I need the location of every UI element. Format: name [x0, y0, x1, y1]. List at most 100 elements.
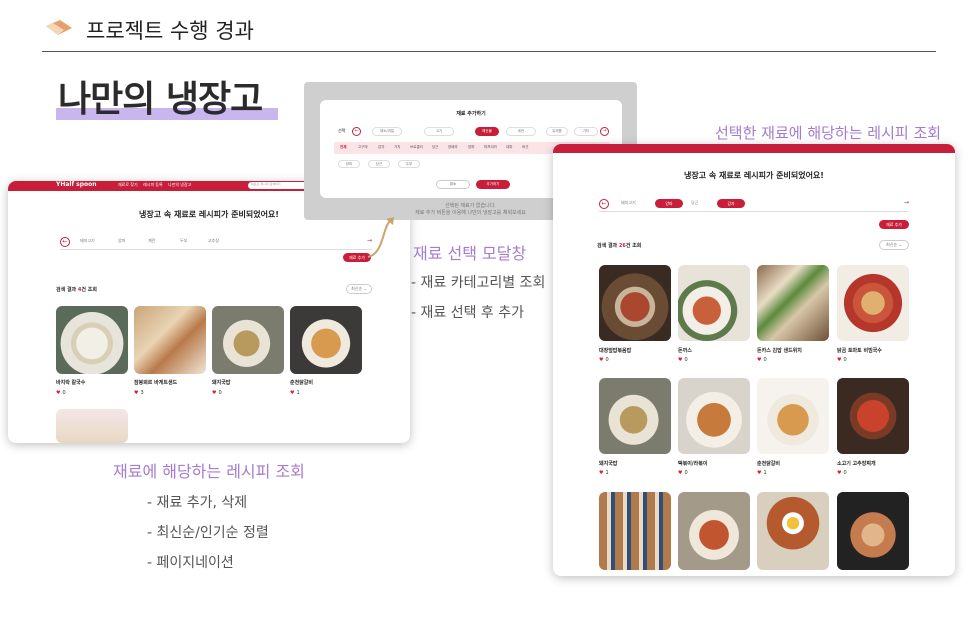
add-ingredient-button[interactable]: 재료 추가: [879, 220, 909, 229]
like-count[interactable]: ♥ 0: [212, 390, 222, 396]
chip[interactable]: 계란: [148, 238, 155, 244]
recipe-image[interactable]: [837, 265, 909, 341]
prev-icon[interactable]: ←: [352, 127, 361, 136]
nav-item[interactable]: 나만의 냉장고: [168, 182, 191, 188]
prev-icon[interactable]: ←: [599, 199, 609, 209]
heart-icon: ♥: [837, 357, 842, 363]
recipe-image[interactable]: [56, 306, 128, 374]
like-count[interactable]: ♥ 0: [757, 357, 767, 363]
sort-select[interactable]: 최신순 ⌄: [879, 240, 909, 250]
slide-header: 프로젝트 수행 경과: [42, 8, 936, 52]
right-screenshot: 냉장고 속 재료로 레시피가 준비되었어요! ← 돼지고기 양파 당근 감자 →…: [553, 144, 955, 576]
selected-chip[interactable]: 양파: [338, 160, 360, 168]
like-count[interactable]: ♥ 3: [134, 390, 144, 396]
recipe-image[interactable]: [757, 492, 829, 570]
recipe-name[interactable]: 닭곰 토마토 비빔국수: [837, 347, 882, 354]
eraser-icon: [46, 20, 72, 35]
category-tab[interactable]: 고기: [424, 127, 454, 136]
recipe-image[interactable]: [837, 378, 909, 454]
heart-icon: ♥: [678, 357, 683, 363]
recipe-image[interactable]: [678, 265, 750, 341]
subcat[interactable]: 감자: [378, 145, 384, 150]
heart-icon: ♥: [134, 390, 139, 396]
recipe-name[interactable]: 소고기 고추장찌개: [837, 460, 876, 467]
recipe-image[interactable]: [599, 492, 671, 570]
category-tab-active[interactable]: 해산물: [475, 127, 499, 136]
like-count[interactable]: ♥ 1: [290, 390, 300, 396]
chip[interactable]: 양파: [118, 238, 125, 244]
subcat[interactable]: 버섯: [522, 145, 528, 150]
recipe-image[interactable]: [134, 306, 206, 374]
chip[interactable]: 당근: [691, 200, 698, 206]
left-bullet: - 최신순/인기순 정렬: [147, 525, 269, 541]
subcat[interactable]: 양배추: [448, 145, 458, 150]
subcat[interactable]: 전체: [340, 145, 346, 150]
recipe-name[interactable]: 돼지국밥: [599, 460, 617, 467]
chip[interactable]: 고추장: [208, 238, 219, 244]
recipe-name[interactable]: 돼지국밥: [212, 379, 230, 386]
like-count[interactable]: ♥ 0: [56, 390, 66, 396]
like-count[interactable]: ♥ 0: [599, 357, 609, 363]
like-count[interactable]: ♥ 1: [757, 470, 767, 476]
next-icon[interactable]: →: [600, 127, 609, 136]
subcat[interactable]: 대파: [506, 145, 512, 150]
chip-active[interactable]: 감자: [717, 199, 745, 208]
left-bullet: - 재료 추가, 삭제: [147, 495, 248, 511]
like-count[interactable]: ♥ 0: [837, 357, 847, 363]
subcat[interactable]: 고구마: [358, 145, 368, 150]
hero-title: 나만의 냉장고: [56, 70, 278, 122]
selected-chip[interactable]: 당근: [368, 160, 390, 168]
heart-icon: ♥: [290, 390, 295, 396]
recipe-name[interactable]: 떡볶이/라볶이: [678, 460, 707, 467]
sort-select[interactable]: 최신순 ⌄: [346, 284, 372, 294]
cancel-button[interactable]: 취소: [436, 180, 470, 189]
arrow-icon: [367, 217, 394, 258]
recipe-image[interactable]: [837, 492, 909, 570]
recipe-image[interactable]: [678, 378, 750, 454]
recipe-name[interactable]: 돈까스: [678, 347, 692, 354]
chip[interactable]: 돼지고기: [621, 200, 636, 206]
category-tab[interactable]: 계란: [506, 127, 536, 136]
category-tab[interactable]: 채소/과일: [372, 127, 402, 136]
confirm-button[interactable]: 추가하기: [476, 180, 510, 189]
like-count[interactable]: ♥ 0: [678, 470, 688, 476]
recipe-image[interactable]: [599, 378, 671, 454]
recipe-image[interactable]: [757, 378, 829, 454]
subcat[interactable]: 가지: [394, 145, 400, 150]
category-row: 선택 ← 채소/과일 고기 해산물 계란 유제품 기타 →: [338, 126, 609, 138]
prev-icon[interactable]: ←: [60, 237, 70, 247]
recipe-image[interactable]: [212, 306, 284, 374]
subcat[interactable]: 당근: [432, 145, 438, 150]
category-tab[interactable]: 기타: [574, 127, 598, 136]
recipe-name[interactable]: 대창덮밥볶음밥: [599, 347, 631, 354]
selected-chip[interactable]: 두부: [398, 160, 420, 168]
chip-active[interactable]: 양파: [655, 199, 683, 208]
recipe-image[interactable]: [599, 265, 671, 341]
recipe-image[interactable]: [290, 306, 362, 374]
like-count[interactable]: ♥ 0: [837, 470, 847, 476]
recipe-name[interactable]: 잠봉뵈르 바게트샌드: [134, 379, 177, 386]
recipe-image[interactable]: [56, 409, 128, 443]
recipe-name[interactable]: 바지락 칼국수: [56, 379, 85, 386]
subcat[interactable]: 파프리카: [484, 145, 497, 150]
like-count[interactable]: ♥ 1: [599, 470, 609, 476]
like-count[interactable]: ♥ 0: [678, 357, 688, 363]
recipe-image[interactable]: [757, 265, 829, 341]
next-icon[interactable]: →: [904, 199, 909, 206]
logo[interactable]: YHalf spoon: [56, 181, 97, 188]
category-tab[interactable]: 유제품: [546, 127, 568, 136]
nav-item[interactable]: 레시피 등록: [143, 182, 163, 188]
search-input[interactable]: 재료로 레시피 검색하기: [248, 182, 310, 189]
result-count: 검색 결과 26건 조회: [597, 243, 642, 249]
chip[interactable]: 돼지고기: [80, 238, 95, 244]
recipe-name[interactable]: 춘천닭갈비: [290, 379, 313, 386]
chip[interactable]: 두부: [180, 238, 187, 244]
ingredient-bar: ← 돼지고기 양파 당근 감자 →: [599, 198, 909, 212]
heart-icon: ♥: [678, 470, 683, 476]
recipe-name[interactable]: 돈카스 김밥 샌드위치: [757, 347, 802, 354]
recipe-name[interactable]: 춘천닭갈비: [757, 460, 780, 467]
nav-item[interactable]: 재료로 찾기: [118, 182, 138, 188]
subcat[interactable]: 양파: [468, 145, 474, 150]
subcat[interactable]: 브로콜리: [410, 145, 423, 150]
recipe-image[interactable]: [678, 492, 750, 570]
